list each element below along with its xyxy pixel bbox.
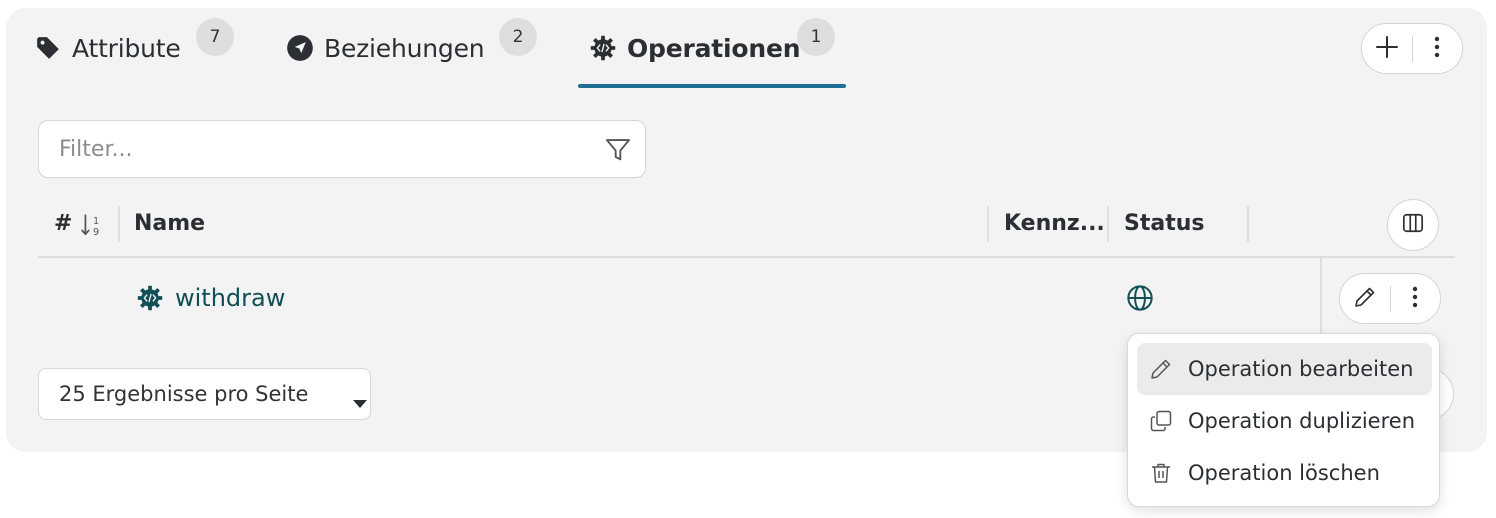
column-header-kennzeichen[interactable]: Kennz... xyxy=(1004,211,1105,236)
page-size-select[interactable]: 25 Ergebnisse pro Seite xyxy=(38,368,371,420)
menu-item-duplicate-operation[interactable]: Operation duplizieren xyxy=(1137,395,1432,447)
column-divider[interactable] xyxy=(1247,206,1249,242)
operation-name-link[interactable]: withdraw xyxy=(175,284,285,312)
tab-label: Attribute xyxy=(72,33,181,63)
more-options-button[interactable] xyxy=(1412,24,1462,73)
table-header-divider xyxy=(38,256,1455,258)
tag-icon xyxy=(34,34,62,62)
tab-count-badge: 1 xyxy=(797,18,835,56)
globe-icon xyxy=(1126,284,1154,316)
navigation-arrow-icon xyxy=(286,34,314,62)
column-header-status[interactable]: Status xyxy=(1124,211,1204,236)
filter-input[interactable] xyxy=(59,133,579,165)
tab-beziehungen[interactable]: Beziehungen xyxy=(286,24,485,72)
row-action-menu: Operation bearbeiten Operation duplizier… xyxy=(1127,333,1440,507)
column-header-number: # xyxy=(54,211,73,236)
column-settings-button[interactable] xyxy=(1387,199,1439,251)
kebab-menu-icon xyxy=(1434,36,1440,62)
menu-item-label: Operation löschen xyxy=(1188,461,1380,485)
active-tab-indicator xyxy=(578,84,846,88)
pencil-icon xyxy=(1353,285,1377,313)
plus-icon xyxy=(1375,35,1399,63)
tab-operationen[interactable]: Operationen xyxy=(589,24,801,72)
column-divider[interactable] xyxy=(987,206,989,242)
add-button[interactable] xyxy=(1362,24,1412,73)
svg-text:1: 1 xyxy=(93,216,99,227)
tab-label: Beziehungen xyxy=(324,33,485,63)
filter-field[interactable] xyxy=(38,120,646,178)
column-divider[interactable] xyxy=(1107,206,1109,242)
menu-item-label: Operation bearbeiten xyxy=(1188,357,1414,381)
funnel-filter-icon[interactable] xyxy=(604,136,632,168)
trash-icon xyxy=(1147,459,1175,487)
menu-item-label: Operation duplizieren xyxy=(1188,409,1416,433)
column-header-name[interactable]: Name xyxy=(134,211,205,236)
column-divider[interactable] xyxy=(118,206,120,242)
edit-button[interactable] xyxy=(1340,274,1390,323)
kebab-menu-icon xyxy=(1412,286,1418,312)
tab-label: Operationen xyxy=(627,33,801,63)
menu-item-delete-operation[interactable]: Operation löschen xyxy=(1137,447,1432,499)
sort-icon[interactable]: 1 9 xyxy=(80,212,106,242)
page-size-label: 25 Ergebnisse pro Seite xyxy=(59,382,309,406)
tab-count-badge: 7 xyxy=(196,18,234,56)
operation-gear-code-icon xyxy=(136,284,164,316)
menu-item-edit-operation[interactable]: Operation bearbeiten xyxy=(1137,343,1432,395)
duplicate-icon xyxy=(1147,407,1175,435)
pencil-icon xyxy=(1147,355,1175,383)
row-actions xyxy=(1339,273,1441,324)
svg-text:9: 9 xyxy=(93,227,99,238)
tab-attribute[interactable]: Attribute xyxy=(34,24,181,72)
tab-count-badge: 2 xyxy=(499,18,537,56)
row-more-options-button[interactable] xyxy=(1390,274,1440,323)
row-actions-divider xyxy=(1320,258,1322,336)
columns-icon xyxy=(1402,212,1424,238)
caret-down-icon xyxy=(352,390,368,414)
panel-actions xyxy=(1361,23,1463,74)
operation-gear-code-icon xyxy=(589,34,617,62)
